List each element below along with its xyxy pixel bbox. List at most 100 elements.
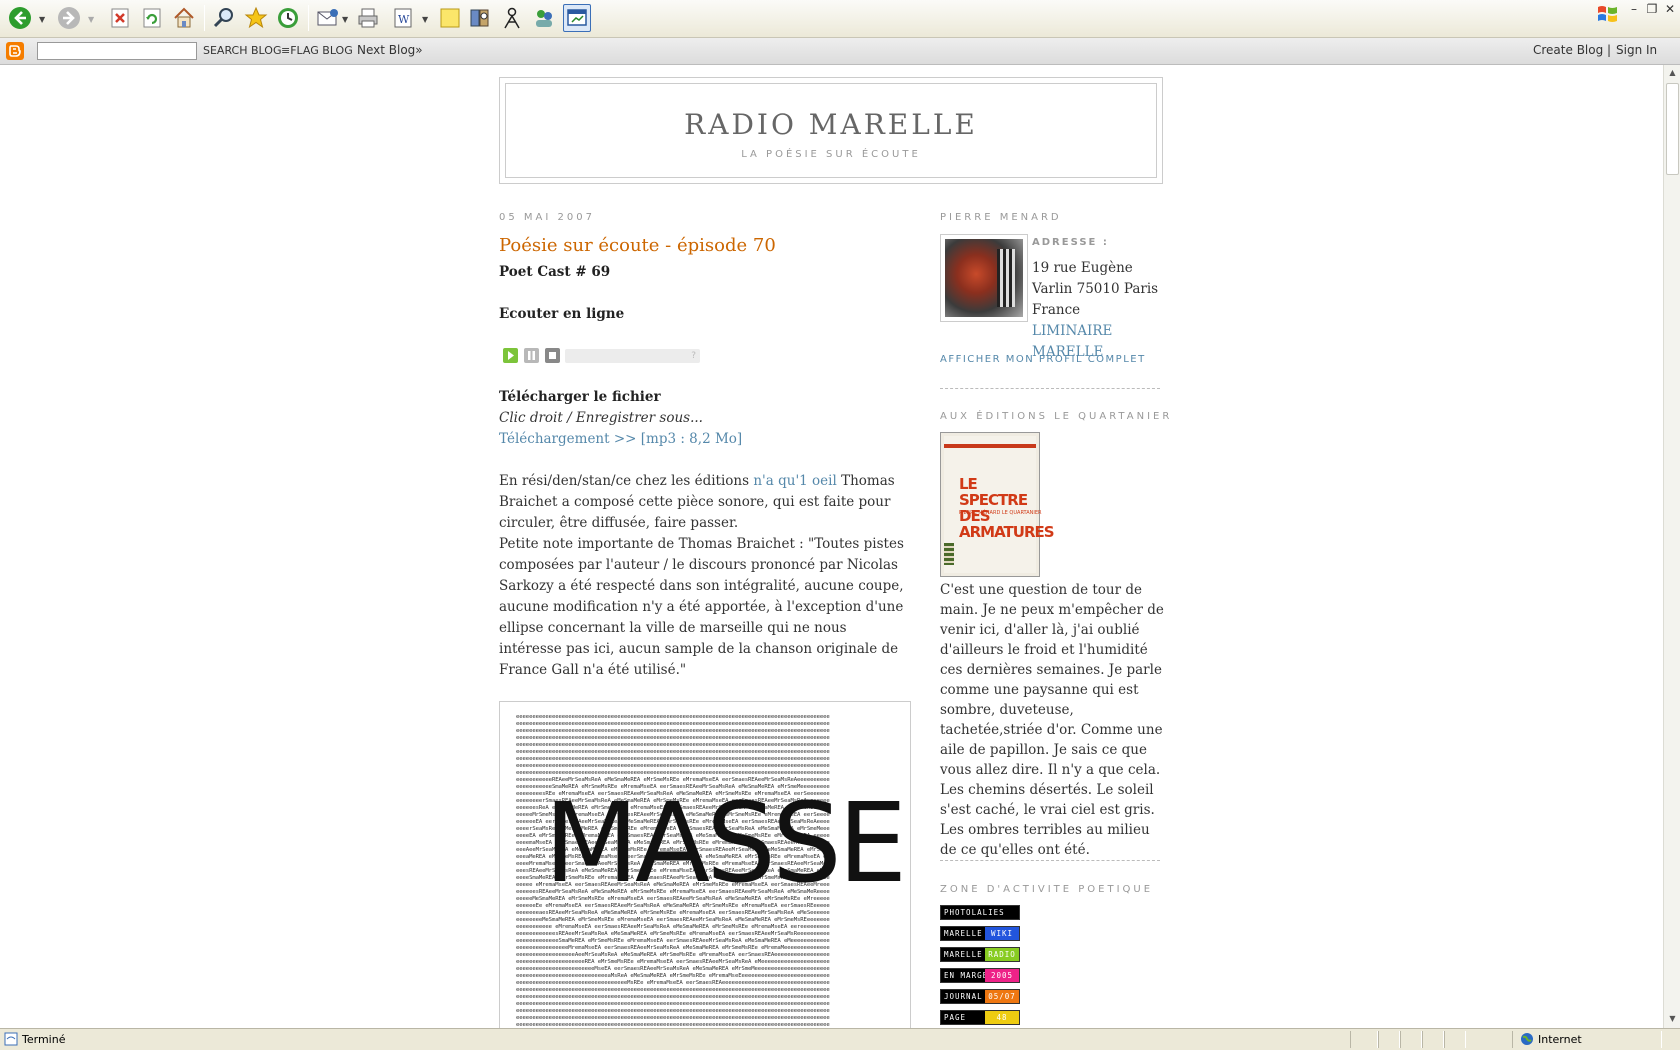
messenger-icon[interactable]	[498, 4, 526, 32]
status-bar: Terminé Internet	[0, 1028, 1680, 1050]
close-icon[interactable]: ✕	[1661, 0, 1679, 18]
post-body-paragraph-1: En rési/den/stan/ce chez les éditions n'…	[499, 471, 911, 534]
minimize-icon[interactable]: –	[1625, 0, 1643, 18]
profile-avatar[interactable]	[940, 234, 1028, 322]
search-icon[interactable]	[210, 4, 238, 32]
window-icon[interactable]	[563, 4, 591, 32]
zone-link-tag: 48	[985, 1011, 1019, 1024]
zone-link-tag: 2005	[985, 969, 1019, 982]
stop-icon[interactable]	[106, 4, 134, 32]
zone-link-3[interactable]: EN MARGE 2005	[940, 968, 1020, 983]
sidebar-divider	[940, 388, 1160, 389]
zone-link-label: JOURNAL	[941, 990, 986, 1003]
player-help-icon[interactable]: ?	[691, 351, 696, 361]
zone-heading: ZONE D'ACTIVITE POETIQUE	[940, 884, 1154, 895]
zone-link-2[interactable]: MARELLE RADIO	[940, 947, 1020, 962]
edit-dropdown-icon[interactable]: ▼	[422, 15, 430, 24]
status-panel	[1378, 1031, 1400, 1048]
zone-link-label: PAGE	[941, 1011, 970, 1024]
zone-link-1[interactable]: MARELLE WIKI	[940, 926, 1020, 941]
body-text: En rési/den/stan/ce chez les éditions	[499, 473, 754, 489]
zone-link-label: MARELLE	[941, 948, 986, 961]
zone-link-label: MARELLE	[941, 927, 986, 940]
post-image[interactable]: eeeeeeeeeeeeeeeeeeeeeeeeeeeeeeeeeeeeeeee…	[499, 701, 911, 1030]
post-image-title: MASSE	[544, 779, 907, 907]
forward-icon[interactable]	[55, 4, 83, 32]
search-blog-button[interactable]: SEARCH BLOG	[203, 44, 281, 57]
zone-link-label: EN MARGE	[941, 969, 992, 982]
full-profile-link[interactable]: AFFICHER MON PROFIL COMPLET	[940, 354, 1146, 365]
audio-player: ?	[503, 348, 700, 364]
windows-logo-icon	[1596, 2, 1620, 26]
publisher-link[interactable]: n'a qu'1 oeil	[753, 473, 836, 489]
book-cover[interactable]: LE SPECTRE DES ARMATURES PIERRE MÉNARD L…	[940, 432, 1055, 577]
zone-link-4[interactable]: JOURNAL 05/07	[940, 989, 1020, 1004]
zone-link-label: PHOTOLALIES	[941, 906, 1008, 919]
contacts-icon[interactable]	[530, 4, 558, 32]
print-icon[interactable]	[354, 4, 382, 32]
zone-link-tag: RADIO	[985, 948, 1019, 961]
audio-progress-track[interactable]: ?	[565, 349, 700, 363]
scroll-down-icon[interactable]: ▼	[1665, 1011, 1680, 1027]
scroll-up-icon[interactable]: ▲	[1665, 65, 1680, 81]
status-panel	[1422, 1031, 1444, 1048]
download-heading: Télécharger le fichier	[499, 389, 661, 405]
zone-link-tag: WIKI	[985, 927, 1019, 940]
favorites-icon[interactable]	[242, 4, 270, 32]
sign-in-link[interactable]: Sign In	[1616, 43, 1657, 57]
edit-icon[interactable]: W	[390, 4, 418, 32]
zone-text: Internet	[1538, 1033, 1582, 1046]
mail-dropdown-icon[interactable]: ▼	[342, 15, 350, 24]
blog-header: RADIO MARELLE LA POÉSIE SUR ÉCOUTE	[499, 77, 1163, 184]
mail-icon[interactable]	[314, 4, 342, 32]
page-scrollbar[interactable]: ▲ ▼	[1663, 65, 1680, 1028]
zone-link-5[interactable]: PAGE 48	[940, 1010, 1020, 1025]
blog-search-input[interactable]	[37, 42, 197, 60]
profile-heading: PIERRE MENARD	[940, 212, 1062, 223]
create-blog-link[interactable]: Create Blog	[1533, 43, 1603, 57]
zone-link-0[interactable]: PHOTOLALIES	[940, 905, 1020, 920]
notes-icon[interactable]	[436, 4, 464, 32]
scroll-thumb[interactable]	[1666, 83, 1679, 175]
svg-text:W: W	[398, 13, 410, 26]
book-author: PIERRE MÉNARD LE QUARTANIER	[959, 510, 1042, 516]
history-icon[interactable]	[274, 4, 302, 32]
globe-icon	[1520, 1032, 1534, 1046]
download-hint: Clic droit / Enregistrer sous...	[499, 410, 703, 426]
download-link[interactable]: Téléchargement >> [mp3 : 8,2 Mo]	[499, 429, 911, 450]
browser-toolbar: ▼ ▼ ▼ W ▼ – ❐ ✕	[0, 0, 1680, 38]
sidebar-divider	[940, 860, 1160, 861]
book-heading: AUX ÉDITIONS LE QUARTANIER	[940, 411, 1173, 422]
restore-icon[interactable]: ❐	[1643, 0, 1661, 18]
post-subtitle: Poet Cast # 69	[499, 264, 611, 280]
post-body-paragraph-2: Petite note importante de Thomas Braiche…	[499, 536, 904, 678]
blog-header-inner: RADIO MARELLE LA POÉSIE SUR ÉCOUTE	[505, 83, 1157, 178]
book-cover-art: LE SPECTRE DES ARMATURES PIERRE MÉNARD L…	[944, 436, 1055, 573]
play-icon[interactable]	[503, 348, 518, 363]
address-label: ADRESSE :	[1032, 237, 1109, 248]
navbar-separator: |	[1607, 43, 1612, 57]
toolbar-separator	[204, 5, 205, 31]
browser-window: ▼ ▼ ▼ W ▼ – ❐ ✕ SEARCH BLOG ≡FLAG BLOG N…	[0, 0, 1680, 1050]
book-stripe	[944, 444, 1036, 448]
research-icon[interactable]	[466, 4, 494, 32]
next-blog-link[interactable]: Next Blog»	[357, 43, 423, 57]
blogger-logo-icon[interactable]	[6, 42, 24, 60]
flag-blog-button[interactable]: ≡FLAG BLOG	[281, 44, 353, 57]
pause-icon[interactable]	[524, 348, 539, 363]
back-dropdown-icon[interactable]: ▼	[39, 15, 47, 24]
back-icon[interactable]	[6, 4, 34, 32]
status-panel	[1350, 1031, 1378, 1048]
post-date: 05 MAI 2007	[499, 212, 595, 223]
status-panel	[1444, 1031, 1466, 1048]
book-excerpt: C'est une question de tour de main. Je n…	[940, 582, 1164, 858]
book-spine-mark	[944, 543, 954, 565]
status-panel	[1400, 1031, 1422, 1048]
refresh-icon[interactable]	[138, 4, 166, 32]
avatar-image	[945, 239, 1023, 317]
forward-dropdown-icon[interactable]: ▼	[88, 15, 96, 24]
post-title[interactable]: Poésie sur écoute - épisode 70	[499, 235, 776, 256]
blog-title[interactable]: RADIO MARELLE	[506, 108, 1156, 141]
home-icon[interactable]	[170, 4, 198, 32]
stop-audio-icon[interactable]	[545, 348, 560, 363]
